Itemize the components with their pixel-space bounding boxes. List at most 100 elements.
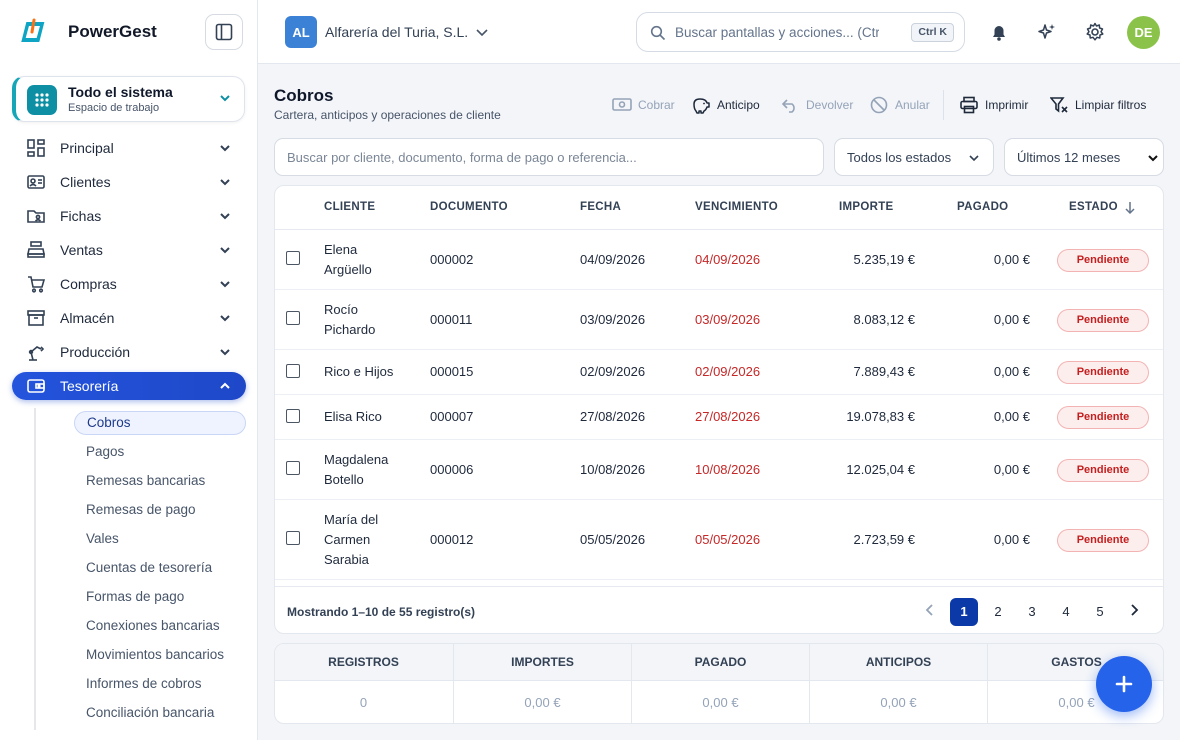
ai-sparkles-icon[interactable] [1037,22,1057,42]
subnav-item-conexiones-bancarias[interactable]: Conexiones bancarias [74,614,246,638]
column-header-fecha[interactable]: FECHA [580,201,621,213]
sidebar-item-ventas[interactable]: Ventas [12,236,246,264]
anular-button[interactable]: Anular [869,95,930,115]
devolver-button[interactable]: Devolver [780,95,853,115]
user-avatar[interactable]: DE [1127,16,1160,49]
page-button-5[interactable]: 5 [1086,598,1114,626]
next-page-button[interactable] [1120,598,1148,626]
status-badge: Pendiente [1057,309,1149,332]
sidebar-item-produccion[interactable]: Producción [12,338,246,366]
sidebar-toggle-button[interactable] [205,14,243,50]
column-header-vencimiento[interactable]: VENCIMIENTO [695,201,778,213]
subnav-item-movimientos-bancarios[interactable]: Movimientos bancarios [74,643,246,667]
subnav-item-remesas-bancarias[interactable]: Remesas bancarias [74,469,246,493]
totals-label: IMPORTES [511,655,574,669]
gear-icon[interactable] [1085,22,1105,42]
sort-down-arrow-icon[interactable] [1124,201,1136,215]
cell-documento: 000006 [430,462,474,477]
sidebar-item-clientes[interactable]: Clientes [12,168,246,196]
anular-label: Anular [895,98,930,112]
subnav-item-vales[interactable]: Vales [74,527,246,551]
column-header-cliente[interactable]: CLIENTE [324,201,375,213]
table-row[interactable]: Rico e Hijos 000015 02/09/2026 02/09/202… [275,350,1163,395]
table-row[interactable]: Elena Argüello 000002 04/09/2026 04/09/20… [275,230,1163,290]
row-checkbox[interactable] [286,531,300,545]
cobros-table: CLIENTE DOCUMENTO FECHA VENCIMIENTO IMPO… [274,185,1164,634]
page-button-3[interactable]: 3 [1018,598,1046,626]
subnav-item-formas-de-pago[interactable]: Formas de pago [74,585,246,609]
table-row[interactable]: Magdalena Botello 000006 10/08/2026 10/08… [275,440,1163,500]
table-row[interactable]: Elisa Rico 000007 27/08/2026 27/08/2026 … [275,395,1163,440]
cobrar-label: Cobrar [638,98,675,112]
dashboard-icon [26,138,46,158]
cell-documento: 000007 [430,409,474,424]
chevron-up-icon [220,382,230,389]
cell-cliente: María del Carmen Sarabia [324,512,379,567]
cell-vencimiento: 02/09/2026 [695,364,761,379]
row-checkbox[interactable] [286,409,300,423]
page-subtitle: Cartera, anticipos y operaciones de clie… [274,108,501,122]
table-row[interactable]: María del Carmen Sarabia 000012 05/05/2026… [275,500,1163,580]
status-filter-select[interactable]: Todos los estados [834,138,994,176]
cell-vencimiento: 04/09/2026 [695,252,761,267]
row-checkbox[interactable] [286,251,300,265]
sidebar-item-fichas[interactable]: Fichas [12,202,246,230]
workspace-selector[interactable]: Todo el sistema Espacio de trabajo [12,76,245,122]
sidebar-item-almacen[interactable]: Almacén [12,304,246,332]
cell-documento: 000002 [430,252,474,267]
records-count: Mostrando 1–10 de 55 registro(s) [287,605,476,619]
company-badge[interactable]: AL [285,16,317,48]
subnav-item-informes-cobros[interactable]: Informes de cobros [74,672,246,696]
row-checkbox[interactable] [286,461,300,475]
chevron-down-icon[interactable] [474,24,490,40]
limpiar-filtros-button[interactable]: Limpiar filtros [1049,95,1146,115]
cell-importe: 2.723,59 € [853,532,915,547]
column-header-estado[interactable]: ESTADO [1069,201,1118,213]
chevron-down-icon [220,281,230,288]
bell-icon[interactable] [989,22,1009,42]
period-filter-select[interactable]: Últimos 12 meses [1004,138,1164,176]
table-row[interactable]: Rocío Pichardo 000011 03/09/2026 03/09/20… [275,290,1163,350]
sidebar-item-label: Producción [60,344,131,360]
cell-importe: 5.235,19 € [853,252,915,267]
status-badge: Pendiente [1057,406,1149,429]
column-header-importe[interactable]: IMPORTE [839,201,894,213]
cell-pagado: 0,00 € [993,532,1030,547]
sidebar-item-compras[interactable]: Compras [12,270,246,298]
chevron-down-icon [969,155,979,162]
cell-cliente: Rico e Hijos [324,364,394,379]
subnav-item-cuentas-tesoreria[interactable]: Cuentas de tesorería [74,556,246,580]
brand[interactable]: PowerGest [18,16,157,48]
wallet-icon [26,376,46,396]
table-search-input[interactable]: Buscar por cliente, documento, forma de … [274,138,824,176]
subnav-item-remesas-de-pago[interactable]: Remesas de pago [74,498,246,522]
subnav-item-cobros[interactable]: Cobros [74,411,246,435]
totals-column-pagado: PAGADO 0,00 € [631,644,809,723]
sidebar-item-tesoreria[interactable]: Tesorería [12,372,246,400]
imprimir-button[interactable]: Imprimir [959,95,1028,115]
cobrar-button[interactable]: Cobrar [612,95,675,115]
page-button-1[interactable]: 1 [950,598,978,626]
add-floating-button[interactable] [1096,656,1152,712]
company-name[interactable]: Alfarería del Turia, S.L. [325,24,468,40]
cell-vencimiento: 27/08/2026 [695,409,761,424]
prev-page-button[interactable] [916,598,944,626]
cell-cliente: Magdalena Botello [324,452,389,487]
search-shortcut-hint: Ctrl K [911,23,954,42]
column-header-pagado[interactable]: PAGADO [957,201,1008,213]
money-bill-icon [612,95,632,115]
sidebar-item-principal[interactable]: Principal [12,134,246,162]
page-button-4[interactable]: 4 [1052,598,1080,626]
subnav-item-conciliacion-bancaria[interactable]: Conciliación bancaria [74,701,246,725]
archive-box-icon [26,308,46,328]
status-badge: Pendiente [1057,361,1149,384]
anticipo-button[interactable]: Anticipo [691,95,760,115]
column-header-documento[interactable]: DOCUMENTO [430,201,508,213]
subnav-guide-line [34,408,36,730]
row-checkbox[interactable] [286,364,300,378]
global-search-input[interactable]: Buscar pantallas y acciones... (Ctrl+K) … [636,12,965,52]
subnav-item-pagos[interactable]: Pagos [74,440,246,464]
row-checkbox[interactable] [286,311,300,325]
imprimir-label: Imprimir [985,98,1029,112]
page-button-2[interactable]: 2 [984,598,1012,626]
